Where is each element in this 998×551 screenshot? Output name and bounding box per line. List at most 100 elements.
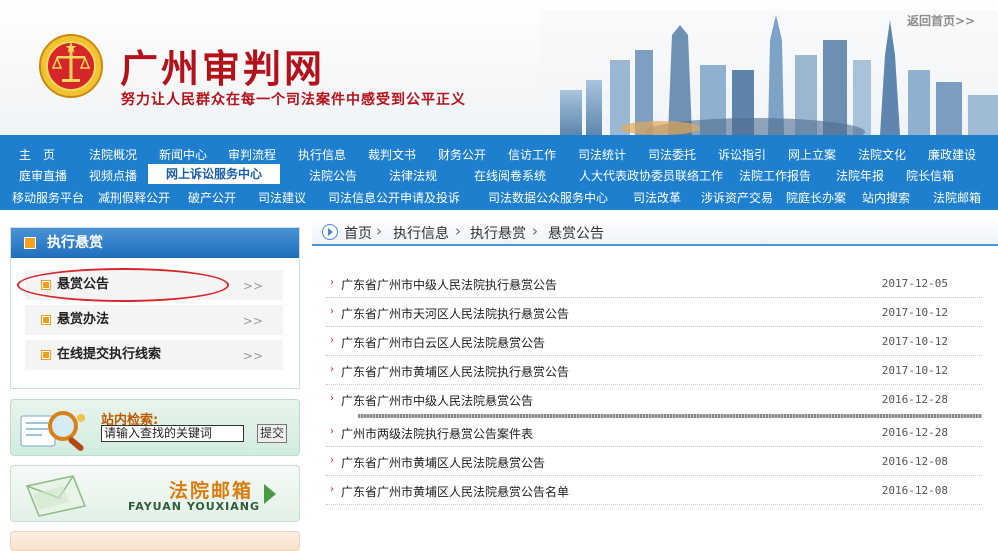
breadcrumb-separator: ›	[376, 222, 382, 240]
breadcrumb-arrow-icon	[322, 224, 338, 240]
nav-item-judicial-commission[interactable]: 司法委托	[648, 146, 696, 163]
nav-item-commutation[interactable]: 减刑假释公开	[98, 189, 170, 206]
nav-row-3: 移动服务平台 减刑假释公开 破产公开 司法建议 司法信息公开申请及投诉 司法数据…	[0, 185, 998, 207]
nav-item-judgments[interactable]: 裁判文书	[368, 146, 416, 163]
nav-item-court-notice[interactable]: 法院公告	[309, 167, 357, 184]
nav-item-execution-info[interactable]: 执行信息	[298, 146, 346, 163]
bullet-icon	[41, 315, 51, 325]
magnifier-document-icon	[20, 411, 85, 451]
nav-item-court-mail[interactable]: 法院邮箱	[933, 189, 981, 206]
list-bullet-icon: ›	[330, 393, 334, 404]
more-arrow-icon: >>	[242, 314, 263, 328]
nav-item-online-service-center[interactable]: 网上诉讼服务中心	[148, 164, 281, 184]
list-item-date: 2017-10-12	[881, 306, 948, 319]
court-emblem-icon	[39, 34, 103, 98]
list-item-date: 2016-12-28	[881, 393, 948, 406]
list-item-title[interactable]: 广州市两级法院执行悬赏公告案件表	[341, 425, 533, 442]
list-item-date: 2016-12-28	[881, 426, 948, 439]
nav-item-mobile-platform[interactable]: 移动服务平台	[12, 189, 84, 206]
nav-item-laws[interactable]: 法律法规	[389, 167, 437, 184]
sidebar-item-submit-clue[interactable]: 在线提交执行线索 >>	[25, 340, 283, 370]
nav-row-1: 主 页 法院概况 新闻中心 审判流程 执行信息 裁判文书 财务公开 信访工作 司…	[0, 142, 998, 164]
list-item-title[interactable]: 广东省广州市中级人民法院执行悬赏公告	[341, 276, 557, 293]
list-item[interactable]: › 广东省广州市中级人民法院悬赏公告 2016-12-28	[326, 385, 982, 414]
sidebar-item-label: 在线提交执行线索	[57, 347, 162, 362]
breadcrumb-separator: ›	[455, 222, 461, 240]
nav-row-2: 庭审直播 视频点播 网上诉讼服务中心 法院公告 法律法规 在线阅卷系统 人大代表…	[0, 163, 998, 185]
execution-reward-header: 执行悬赏	[11, 228, 299, 258]
nav-item-litigation-guide[interactable]: 诉讼指引	[718, 146, 766, 163]
nav-item-online-filing[interactable]: 网上立案	[788, 146, 836, 163]
list-item-date: 2016-12-08	[881, 455, 948, 468]
breadcrumb-execution-reward[interactable]: 执行悬赏	[470, 223, 526, 243]
nav-item-annual-report[interactable]: 法院年报	[836, 167, 884, 184]
breadcrumb-home[interactable]: 首页	[344, 223, 372, 243]
main-nav: 主 页 法院概况 新闻中心 审判流程 执行信息 裁判文书 财务公开 信访工作 司…	[0, 135, 998, 210]
nav-item-info-disclosure[interactable]: 司法信息公开申请及投诉	[328, 189, 460, 206]
list-item-title[interactable]: 广东省广州市黄埔区人民法院悬赏公告	[341, 454, 545, 471]
sidebar-item-label: 悬赏办法	[57, 312, 110, 327]
nav-item-live-trial[interactable]: 庭审直播	[19, 167, 67, 184]
sidebar: 执行悬赏 悬赏公告 >> 悬赏办法 >> 在线提交执行线索 >> 站内检索: 请…	[10, 227, 300, 551]
list-bullet-icon: ›	[330, 484, 334, 495]
nav-item-finance[interactable]: 财务公开	[438, 146, 486, 163]
envelope-icon	[25, 475, 87, 517]
nav-item-trial-process[interactable]: 审判流程	[228, 146, 276, 163]
list-item-date: 2017-10-12	[881, 364, 948, 377]
nav-item-video[interactable]: 视频点播	[89, 167, 137, 184]
list-bullet-icon: ›	[330, 455, 334, 466]
nav-item-integrity[interactable]: 廉政建设	[928, 146, 976, 163]
list-item[interactable]: › 广东省广州市黄埔区人民法院悬赏公告 2016-12-08	[326, 447, 982, 476]
list-item[interactable]: › 广东省广州市天河区人民法院执行悬赏公告 2017-10-12	[326, 298, 982, 327]
site-slogan: 努力让人民群众在每一个司法案件中感受到公平正义	[121, 92, 466, 108]
sidebar-banner-3[interactable]	[10, 531, 300, 551]
nav-item-bankruptcy[interactable]: 破产公开	[188, 189, 236, 206]
mail-subtitle: FAYUAN YOUXIANG	[128, 500, 260, 513]
list-item[interactable]: › 广东省广州市中级人民法院执行悬赏公告 2017-12-05	[326, 269, 982, 298]
list-bullet-icon: ›	[330, 335, 334, 346]
breadcrumb-current: 悬赏公告	[548, 226, 604, 242]
mail-title: 法院邮箱	[169, 480, 254, 502]
sidebar-item-reward-rules[interactable]: 悬赏办法 >>	[25, 305, 283, 335]
nav-item-npc-liaison[interactable]: 人大代表政协委员联络工作	[579, 167, 723, 184]
nav-item-petition[interactable]: 信访工作	[508, 146, 556, 163]
breadcrumb-separator: ›	[532, 222, 538, 240]
list-item[interactable]: › 广东省广州市白云区人民法院悬赏公告 2017-10-12	[326, 327, 982, 356]
nav-item-court-culture[interactable]: 法院文化	[858, 146, 906, 163]
nav-item-president-mailbox[interactable]: 院长信箱	[906, 167, 954, 184]
nav-item-online-reading[interactable]: 在线阅卷系统	[474, 167, 546, 184]
court-mail-banner[interactable]: 法院邮箱 FAYUAN YOUXIANG	[10, 465, 300, 522]
section-square-icon	[24, 237, 36, 249]
nav-item-judicial-reform[interactable]: 司法改革	[633, 189, 681, 206]
list-item-title[interactable]: 广东省广州市黄埔区人民法院悬赏公告名单	[341, 483, 569, 500]
list-item-title[interactable]: 广东省广州市天河区人民法院执行悬赏公告	[341, 305, 569, 322]
list-item-title[interactable]: 广东省广州市中级人民法院悬赏公告	[341, 392, 533, 409]
nav-item-judicial-advice[interactable]: 司法建议	[258, 189, 306, 206]
list-item[interactable]: › 广州市两级法院执行悬赏公告案件表 2016-12-28	[326, 418, 982, 447]
nav-item-statistics[interactable]: 司法统计	[578, 146, 626, 163]
nav-item-site-search[interactable]: 站内搜索	[862, 189, 910, 206]
nav-item-news-center[interactable]: 新闻中心	[159, 146, 207, 163]
list-item-date: 2017-10-12	[881, 335, 948, 348]
list-item[interactable]: › 广东省广州市黄埔区人民法院悬赏公告名单 2016-12-08	[326, 476, 982, 505]
search-submit-button[interactable]: 提交	[257, 424, 287, 443]
bullet-icon	[41, 350, 51, 360]
nav-item-work-report[interactable]: 法院工作报告	[739, 167, 811, 184]
search-input[interactable]: 请输入查找的关键词	[101, 425, 244, 442]
nav-item-president-cases[interactable]: 院庭长办案	[786, 189, 846, 206]
sidebar-item-label: 悬赏公告	[57, 277, 110, 292]
section-title: 执行悬赏	[47, 235, 103, 251]
nav-item-home[interactable]: 主 页	[19, 146, 55, 163]
sidebar-item-reward-notice[interactable]: 悬赏公告 >>	[25, 270, 283, 300]
bullet-icon	[41, 280, 51, 290]
list-item[interactable]: › 广东省广州市黄埔区人民法院执行悬赏公告 2017-10-12	[326, 356, 982, 385]
nav-item-asset-trading[interactable]: 涉诉资产交易	[701, 189, 773, 206]
more-arrow-icon: >>	[242, 279, 263, 293]
list-item-date: 2016-12-08	[881, 484, 948, 497]
nav-item-data-service[interactable]: 司法数据公众服务中心	[488, 189, 608, 206]
play-arrow-icon	[264, 484, 276, 504]
list-item-title[interactable]: 广东省广州市黄埔区人民法院执行悬赏公告	[341, 363, 569, 380]
breadcrumb-execution-info[interactable]: 执行信息	[393, 223, 449, 243]
nav-item-court-overview[interactable]: 法院概况	[89, 146, 137, 163]
list-item-title[interactable]: 广东省广州市白云区人民法院悬赏公告	[341, 334, 545, 351]
